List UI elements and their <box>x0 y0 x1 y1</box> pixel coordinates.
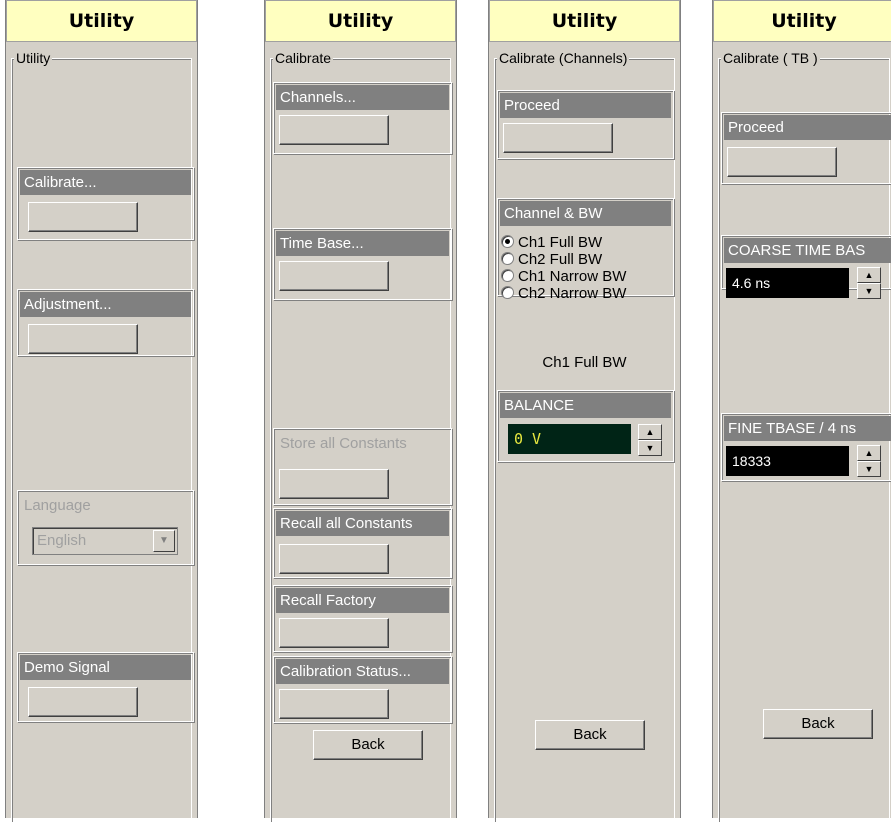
fine-time-base-control: FINE TBASE / 4 ns 18333 ▲ ▼ <box>721 413 891 481</box>
group-title: Calibrate (Channels) <box>497 50 630 66</box>
spin-up-icon[interactable]: ▲ <box>857 445 881 461</box>
recall-constants-label: Recall all Constants <box>276 511 449 536</box>
back-button[interactable]: Back <box>763 709 873 739</box>
dropdown-arrow-icon[interactable]: ▼ <box>153 530 175 552</box>
calibrate-channels-panel: Utility Calibrate (Channels) Proceed Cha… <box>488 0 681 823</box>
fine-time-base-label: FINE TBASE / 4 ns <box>724 416 891 441</box>
panel-header: Utility <box>265 0 456 42</box>
channels-button[interactable] <box>279 115 389 145</box>
channels-label: Channels... <box>276 85 449 110</box>
coarse-spinner: ▲ ▼ <box>857 267 881 299</box>
radio-selected-icon <box>501 235 514 248</box>
balance-spinner: ▲ ▼ <box>638 424 662 456</box>
channel-bw-control: Channel & BW Ch1 Full BW Ch2 Full BW Ch1… <box>497 198 674 302</box>
calibration-status-control: Calibration Status... <box>273 656 452 723</box>
recall-constants-button[interactable] <box>279 544 389 574</box>
recall-factory-label: Recall Factory <box>276 588 449 613</box>
spin-down-icon[interactable]: ▼ <box>857 283 881 299</box>
calibrate-panel: Utility Calibrate Channels... Time Base.… <box>264 0 457 823</box>
recall-factory-control: Recall Factory <box>273 585 452 652</box>
proceed-button[interactable] <box>727 147 837 177</box>
panel-header: Utility <box>713 0 891 42</box>
adjustment-button[interactable] <box>28 324 138 354</box>
time-base-control: Time Base... <box>273 228 452 300</box>
demo-signal-label: Demo Signal <box>20 655 191 680</box>
time-base-button[interactable] <box>279 261 389 291</box>
radio-ch2-full-bw[interactable]: Ch2 Full BW <box>501 251 602 268</box>
time-base-label: Time Base... <box>276 231 449 256</box>
calibrate-label: Calibrate... <box>20 170 191 195</box>
proceed-label: Proceed <box>724 115 891 140</box>
panel-header: Utility <box>6 0 197 42</box>
coarse-time-base-value[interactable]: 4.6 ns <box>726 268 849 298</box>
channels-control: Channels... <box>273 82 452 154</box>
recall-factory-button[interactable] <box>279 618 389 648</box>
radio-ch1-full-bw[interactable]: Ch1 Full BW <box>501 234 602 251</box>
fine-spinner: ▲ ▼ <box>857 445 881 477</box>
coarse-time-base-label: COARSE TIME BAS <box>724 238 891 263</box>
calibrate-control: Calibrate... <box>17 167 194 240</box>
coarse-time-base-control: COARSE TIME BAS 4.6 ns ▲ ▼ <box>721 235 891 299</box>
balance-value[interactable]: 0 V <box>508 424 631 454</box>
demo-signal-control: Demo Signal <box>17 652 194 722</box>
group-title: Calibrate ( TB ) <box>721 50 820 66</box>
group-title: Utility <box>14 50 53 66</box>
radio-label: Ch2 Narrow BW <box>518 285 627 302</box>
back-button[interactable]: Back <box>535 720 645 750</box>
panel-header: Utility <box>489 0 680 42</box>
fine-time-base-value[interactable]: 18333 <box>726 446 849 476</box>
balance-label: BALANCE <box>500 393 671 418</box>
proceed-control: Proceed <box>721 112 891 184</box>
utility-panel: Utility Utility Calibrate... Adjustment.… <box>5 0 198 823</box>
radio-icon <box>501 286 514 299</box>
radio-icon <box>501 269 514 282</box>
language-select[interactable]: English ▼ <box>32 527 178 555</box>
store-constants-label: Store all Constants <box>280 435 407 452</box>
group-title: Calibrate <box>273 50 334 66</box>
radio-icon <box>501 252 514 265</box>
spin-up-icon[interactable]: ▲ <box>857 267 881 283</box>
language-control: Language English ▼ <box>17 490 194 565</box>
radio-label: Ch2 Full BW <box>518 251 603 268</box>
demo-signal-button[interactable] <box>28 687 138 717</box>
radio-label: Ch1 Narrow BW <box>518 268 627 285</box>
adjustment-control: Adjustment... <box>17 289 194 356</box>
language-value: English <box>37 532 87 549</box>
proceed-label: Proceed <box>500 93 671 118</box>
selected-channel-text: Ch1 Full BW <box>542 354 627 371</box>
store-constants-button[interactable] <box>279 469 389 499</box>
spin-up-icon[interactable]: ▲ <box>638 424 662 440</box>
calibration-status-button[interactable] <box>279 689 389 719</box>
balance-control: BALANCE 0 V ▲ ▼ <box>497 390 674 462</box>
radio-ch2-narrow-bw[interactable]: Ch2 Narrow BW <box>501 285 626 302</box>
back-button[interactable]: Back <box>313 730 423 760</box>
recall-constants-control: Recall all Constants <box>273 508 452 578</box>
spin-down-icon[interactable]: ▼ <box>857 461 881 477</box>
store-constants-control: Store all Constants <box>273 428 452 505</box>
calibrate-button[interactable] <box>28 202 138 232</box>
radio-ch1-narrow-bw[interactable]: Ch1 Narrow BW <box>501 268 626 285</box>
channel-bw-label: Channel & BW <box>500 201 671 226</box>
radio-label: Ch1 Full BW <box>518 234 603 251</box>
calibrate-tb-panel: Utility Calibrate ( TB ) Proceed COARSE … <box>712 0 891 823</box>
proceed-control: Proceed <box>497 90 674 159</box>
calibration-status-label: Calibration Status... <box>276 659 449 684</box>
proceed-button[interactable] <box>503 123 613 153</box>
adjustment-label: Adjustment... <box>20 292 191 317</box>
language-label: Language <box>24 497 91 514</box>
spin-down-icon[interactable]: ▼ <box>638 440 662 456</box>
